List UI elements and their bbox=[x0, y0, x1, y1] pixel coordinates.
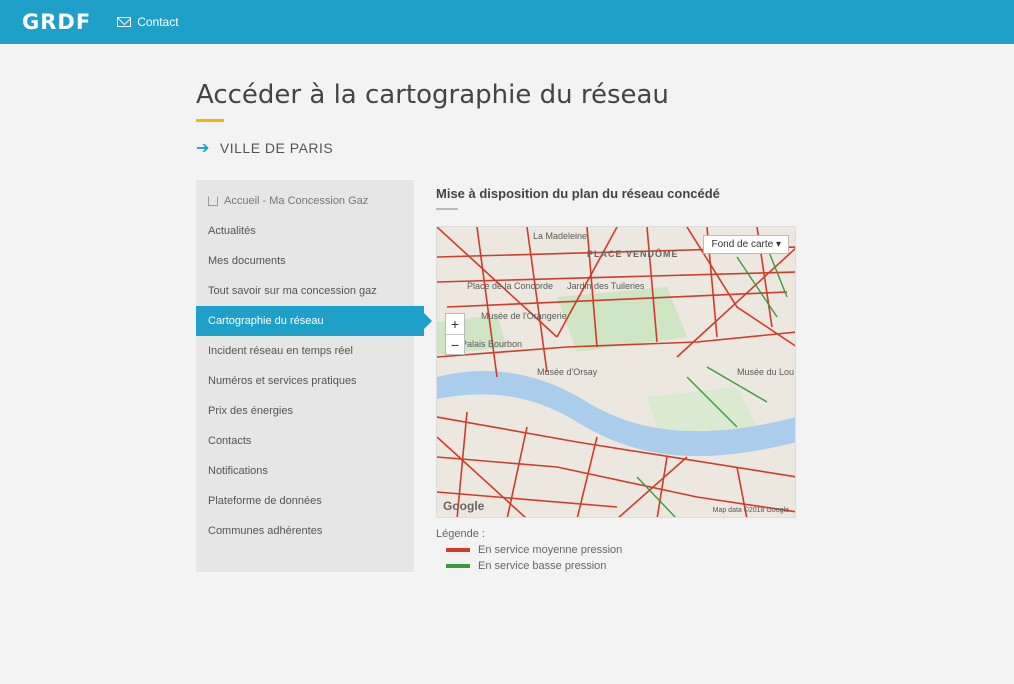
title-accent bbox=[196, 119, 224, 122]
zoom-out-button[interactable]: − bbox=[446, 334, 464, 354]
section-title: Mise à disposition du plan du réseau con… bbox=[436, 186, 720, 201]
legend-label: En service moyenne pression bbox=[478, 544, 623, 556]
home-icon bbox=[208, 196, 218, 206]
sidebar-item-concession[interactable]: Tout savoir sur ma concession gaz bbox=[196, 276, 414, 306]
top-bar: GRDF Contact bbox=[0, 0, 1014, 44]
sidebar-item-incident[interactable]: Incident réseau en temps réel bbox=[196, 336, 414, 366]
sidebar-item-label: Actualités bbox=[208, 225, 256, 237]
legend-title: Légende : bbox=[436, 528, 485, 540]
sidebar-item-cartographie[interactable]: Cartographie du réseau bbox=[196, 306, 432, 336]
contact-label: Contact bbox=[137, 15, 179, 29]
basemap-dropdown[interactable]: Fond de carte ▾ bbox=[703, 235, 789, 254]
sidebar-item-communes[interactable]: Communes adhérentes bbox=[196, 516, 414, 546]
sidebar-item-label: Tout savoir sur ma concession gaz bbox=[208, 285, 377, 297]
grdf-logo[interactable]: GRDF bbox=[22, 10, 91, 34]
map-label: PLACE VENDÔME bbox=[587, 249, 679, 259]
sidebar-nav: Accueil - Ma Concession Gaz Actualités M… bbox=[196, 180, 432, 572]
envelope-icon bbox=[117, 17, 132, 27]
sidebar-item-label: Notifications bbox=[208, 465, 268, 477]
sidebar-item-label: Mes documents bbox=[208, 255, 286, 267]
sidebar-item-prix[interactable]: Prix des énergies bbox=[196, 396, 414, 426]
network-map[interactable]: La Madeleine PLACE VENDÔME Place de la C… bbox=[436, 226, 796, 518]
section-accent bbox=[436, 208, 458, 210]
map-label: Musée d'Orsay bbox=[537, 367, 598, 377]
google-logo: Google bbox=[443, 499, 485, 513]
arrow-right-icon: ➔ bbox=[196, 140, 210, 157]
sidebar-item-home[interactable]: Accueil - Ma Concession Gaz bbox=[196, 186, 414, 216]
city-breadcrumb: ➔ VILLE DE PARIS bbox=[196, 138, 1014, 158]
sidebar-item-label: Accueil - Ma Concession Gaz bbox=[224, 195, 369, 207]
title-zone: Accéder à la cartographie du réseau ➔ VI… bbox=[0, 44, 1014, 158]
legend-item: En service moyenne pression bbox=[446, 544, 816, 556]
map-label: Musée du Lou bbox=[737, 367, 795, 377]
map-label: Jardin des Tuileries bbox=[567, 281, 645, 291]
main-panel: Mise à disposition du plan du réseau con… bbox=[436, 180, 816, 572]
sidebar-item-label: Cartographie du réseau bbox=[208, 315, 324, 327]
map-label: Place de la Concorde bbox=[467, 281, 554, 291]
map-label: La Madeleine bbox=[533, 231, 588, 241]
sidebar-item-label: Numéros et services pratiques bbox=[208, 375, 357, 387]
sidebar-item-numeros[interactable]: Numéros et services pratiques bbox=[196, 366, 414, 396]
map-label: Musée de l'Orangerie bbox=[481, 311, 567, 321]
page-title: Accéder à la cartographie du réseau bbox=[196, 80, 669, 110]
sidebar-item-label: Incident réseau en temps réel bbox=[208, 345, 353, 357]
sidebar-item-notifications[interactable]: Notifications bbox=[196, 456, 414, 486]
content: Accueil - Ma Concession Gaz Actualités M… bbox=[0, 158, 1014, 572]
city-label: VILLE DE PARIS bbox=[219, 140, 334, 156]
sidebar-item-label: Communes adhérentes bbox=[208, 525, 323, 537]
sidebar-item-label: Plateforme de données bbox=[208, 495, 322, 507]
map-legend: Légende : En service moyenne pression En… bbox=[436, 528, 816, 572]
sidebar-item-plateforme[interactable]: Plateforme de données bbox=[196, 486, 414, 516]
sidebar-item-contacts[interactable]: Contacts bbox=[196, 426, 414, 456]
legend-label: En service basse pression bbox=[478, 560, 607, 572]
sidebar-item-label: Prix des énergies bbox=[208, 405, 293, 417]
zoom-control: + − bbox=[445, 313, 465, 355]
legend-swatch-green bbox=[446, 564, 470, 568]
zoom-in-button[interactable]: + bbox=[446, 314, 464, 334]
map-attribution[interactable]: Map data ©2018 Google bbox=[713, 507, 789, 514]
sidebar-item-documents[interactable]: Mes documents bbox=[196, 246, 414, 276]
sidebar-item-actualites[interactable]: Actualités bbox=[196, 216, 414, 246]
contact-link[interactable]: Contact bbox=[117, 15, 179, 29]
legend-item: En service basse pression bbox=[446, 560, 816, 572]
sidebar-item-label: Contacts bbox=[208, 435, 252, 447]
map-label: Palais Bourbon bbox=[461, 339, 523, 349]
legend-swatch-red bbox=[446, 548, 470, 552]
